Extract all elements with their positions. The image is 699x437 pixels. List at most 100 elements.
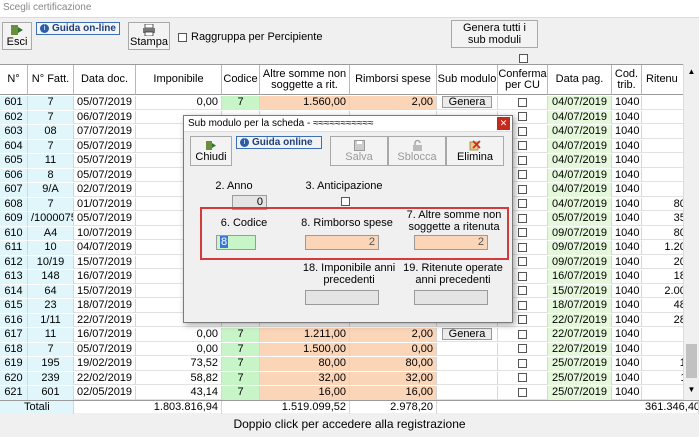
conferma-checkbox[interactable]: [518, 242, 527, 252]
conferma-checkbox[interactable]: [518, 271, 527, 281]
conferma-checkbox[interactable]: [518, 286, 527, 296]
conferma-checkbox[interactable]: [518, 170, 527, 180]
conferma-checkbox[interactable]: [518, 228, 527, 238]
conferma-checkbox[interactable]: [518, 199, 527, 209]
cell-data: 15/07/2019: [74, 255, 136, 269]
cell-num: 601: [0, 96, 28, 110]
anticipazione-checkbox[interactable]: [341, 197, 350, 206]
cell-pag: 04/07/2019: [548, 96, 612, 110]
rimborso-field[interactable]: 2: [305, 235, 379, 250]
cell-rimb: 80,00: [350, 357, 437, 371]
cell-cod: 7: [222, 386, 260, 400]
cell-num: 613: [0, 270, 28, 284]
chiudi-button[interactable]: Chiudi: [190, 136, 232, 166]
vertical-scrollbar[interactable]: ▲ ▼: [683, 64, 699, 400]
raggruppa-checkbox[interactable]: Raggruppa per Percipiente: [178, 31, 322, 43]
col-header-altre-somme[interactable]: Altre somme non soggette a rit.: [260, 65, 350, 95]
col-header-data-pag[interactable]: Data pag.: [548, 65, 612, 95]
select-all-checkbox[interactable]: [519, 54, 528, 63]
conferma-checkbox[interactable]: [518, 387, 527, 397]
dialog-guida-label: Guida online: [252, 137, 313, 148]
cell-trib: 1040: [612, 270, 642, 284]
sblocca-button[interactable]: Sblocca: [388, 136, 446, 166]
stampa-button[interactable]: Stampa: [128, 22, 170, 50]
conferma-checkbox[interactable]: [518, 358, 527, 368]
col-header-num[interactable]: N°: [0, 65, 28, 95]
col-header-conferma[interactable]: Conferma per CU: [498, 65, 548, 95]
table-row[interactable]: 619 195 19/02/2019 73,52 7 80,00 80,00 25/07/20…: [0, 357, 699, 371]
conferma-checkbox[interactable]: [518, 155, 527, 165]
cell-data: 10/07/2019: [74, 226, 136, 240]
raggruppa-checkbox-box[interactable]: [178, 32, 187, 42]
genera-tutti-button[interactable]: Genera tutti i sub moduli: [451, 20, 538, 48]
conferma-checkbox[interactable]: [518, 329, 527, 339]
rimborso-label: 8. Rimborso spese: [301, 217, 393, 229]
conferma-checkbox[interactable]: [518, 126, 527, 136]
altre-somme-field[interactable]: 2: [414, 235, 488, 250]
conferma-checkbox[interactable]: [518, 373, 527, 383]
ritenute-prec-field[interactable]: [414, 290, 488, 305]
codice-field[interactable]: 8: [216, 235, 256, 250]
status-bar: Doppio click per accedere alla registraz…: [0, 414, 699, 437]
conferma-checkbox[interactable]: [518, 97, 527, 107]
cell-num: 603: [0, 125, 28, 139]
col-header-rimborsi[interactable]: Rimborsi spese: [350, 65, 437, 95]
ritenute-prec-label: 19. Ritenute operate anni precedenti: [403, 262, 503, 286]
col-header-codice[interactable]: Codice: [222, 65, 260, 95]
col-header-fatt[interactable]: N° Fatt.: [28, 65, 74, 95]
guida-label: Guida on-line: [52, 23, 116, 34]
imponibile-prec-field[interactable]: [305, 290, 379, 305]
table-row[interactable]: 601 7 05/07/2019 0,00 7 1.560,00 2,00 Genera 04/…: [0, 96, 699, 110]
table-row[interactable]: 617 11 16/07/2019 0,00 7 1.211,00 2,00 Genera 22…: [0, 328, 699, 342]
cell-pag: 04/07/2019: [548, 183, 612, 197]
conferma-checkbox[interactable]: [518, 141, 527, 151]
cell-trib: 1040: [612, 255, 642, 269]
scroll-thumb[interactable]: [686, 344, 697, 378]
col-header-data-doc[interactable]: Data doc.: [74, 65, 136, 95]
cell-fatt: 601: [28, 386, 74, 400]
salva-button[interactable]: Salva: [330, 136, 388, 166]
status-text: Doppio click per accedere alla registraz…: [233, 417, 466, 431]
dialog-close-button[interactable]: ✕: [497, 117, 510, 130]
cell-data: 02/05/2019: [74, 386, 136, 400]
conferma-checkbox[interactable]: [518, 112, 527, 122]
cell-data: 05/07/2019: [74, 154, 136, 168]
elimina-button[interactable]: Elimina: [446, 136, 504, 166]
genera-row-button[interactable]: Genera: [442, 96, 492, 108]
cell-trib: 1040: [612, 125, 642, 139]
cell-data: 01/07/2019: [74, 197, 136, 211]
dialog-guida-button[interactable]: i Guida online: [236, 136, 322, 149]
genera-tutti-line1: Genera tutti i: [463, 22, 526, 34]
esci-label: Esci: [6, 36, 28, 48]
cell-sub: [437, 357, 498, 371]
conferma-checkbox[interactable]: [518, 213, 527, 223]
scroll-down-arrow[interactable]: ▼: [684, 382, 699, 398]
conferma-checkbox[interactable]: [518, 315, 527, 325]
col-header-sub-modulo[interactable]: Sub modulo: [437, 65, 498, 95]
cell-fatt: 7: [28, 96, 74, 110]
totals-label: Totali: [0, 401, 74, 415]
cell-pag: 15/07/2019: [548, 284, 612, 298]
cell-fatt: 9/A: [28, 183, 74, 197]
guida-online-button[interactable]: i Guida on-line: [36, 22, 120, 35]
cell-imp: 0,00: [136, 342, 222, 356]
cell-rimb: 16,00: [350, 386, 437, 400]
table-row[interactable]: 620 239 22/02/2019 58,82 7 32,00 32,00 25/07/20…: [0, 371, 699, 385]
genera-row-button[interactable]: Genera: [442, 328, 492, 340]
col-header-imponibile[interactable]: Imponibile: [136, 65, 222, 95]
cell-pag: 22/07/2019: [548, 328, 612, 342]
cell-fatt: 08: [28, 125, 74, 139]
table-row[interactable]: 621 601 02/05/2019 43,14 7 16,00 16,00 25/07/20…: [0, 386, 699, 400]
scroll-up-arrow[interactable]: ▲: [684, 64, 699, 80]
conferma-checkbox[interactable]: [518, 300, 527, 310]
col-header-cod-trib[interactable]: Cod. trib.: [612, 65, 642, 95]
cell-trib: 1040: [612, 96, 642, 110]
cell-data: 04/07/2019: [74, 241, 136, 255]
conferma-checkbox[interactable]: [518, 184, 527, 194]
conferma-checkbox[interactable]: [518, 344, 527, 354]
conferma-checkbox[interactable]: [518, 257, 527, 267]
cell-altre: 16,00: [260, 386, 350, 400]
cell-trib: 1040: [612, 357, 642, 371]
esci-button[interactable]: Esci: [2, 22, 32, 50]
table-row[interactable]: 618 7 05/07/2019 0,00 7 1.500,00 0,00 22/07/201…: [0, 342, 699, 356]
